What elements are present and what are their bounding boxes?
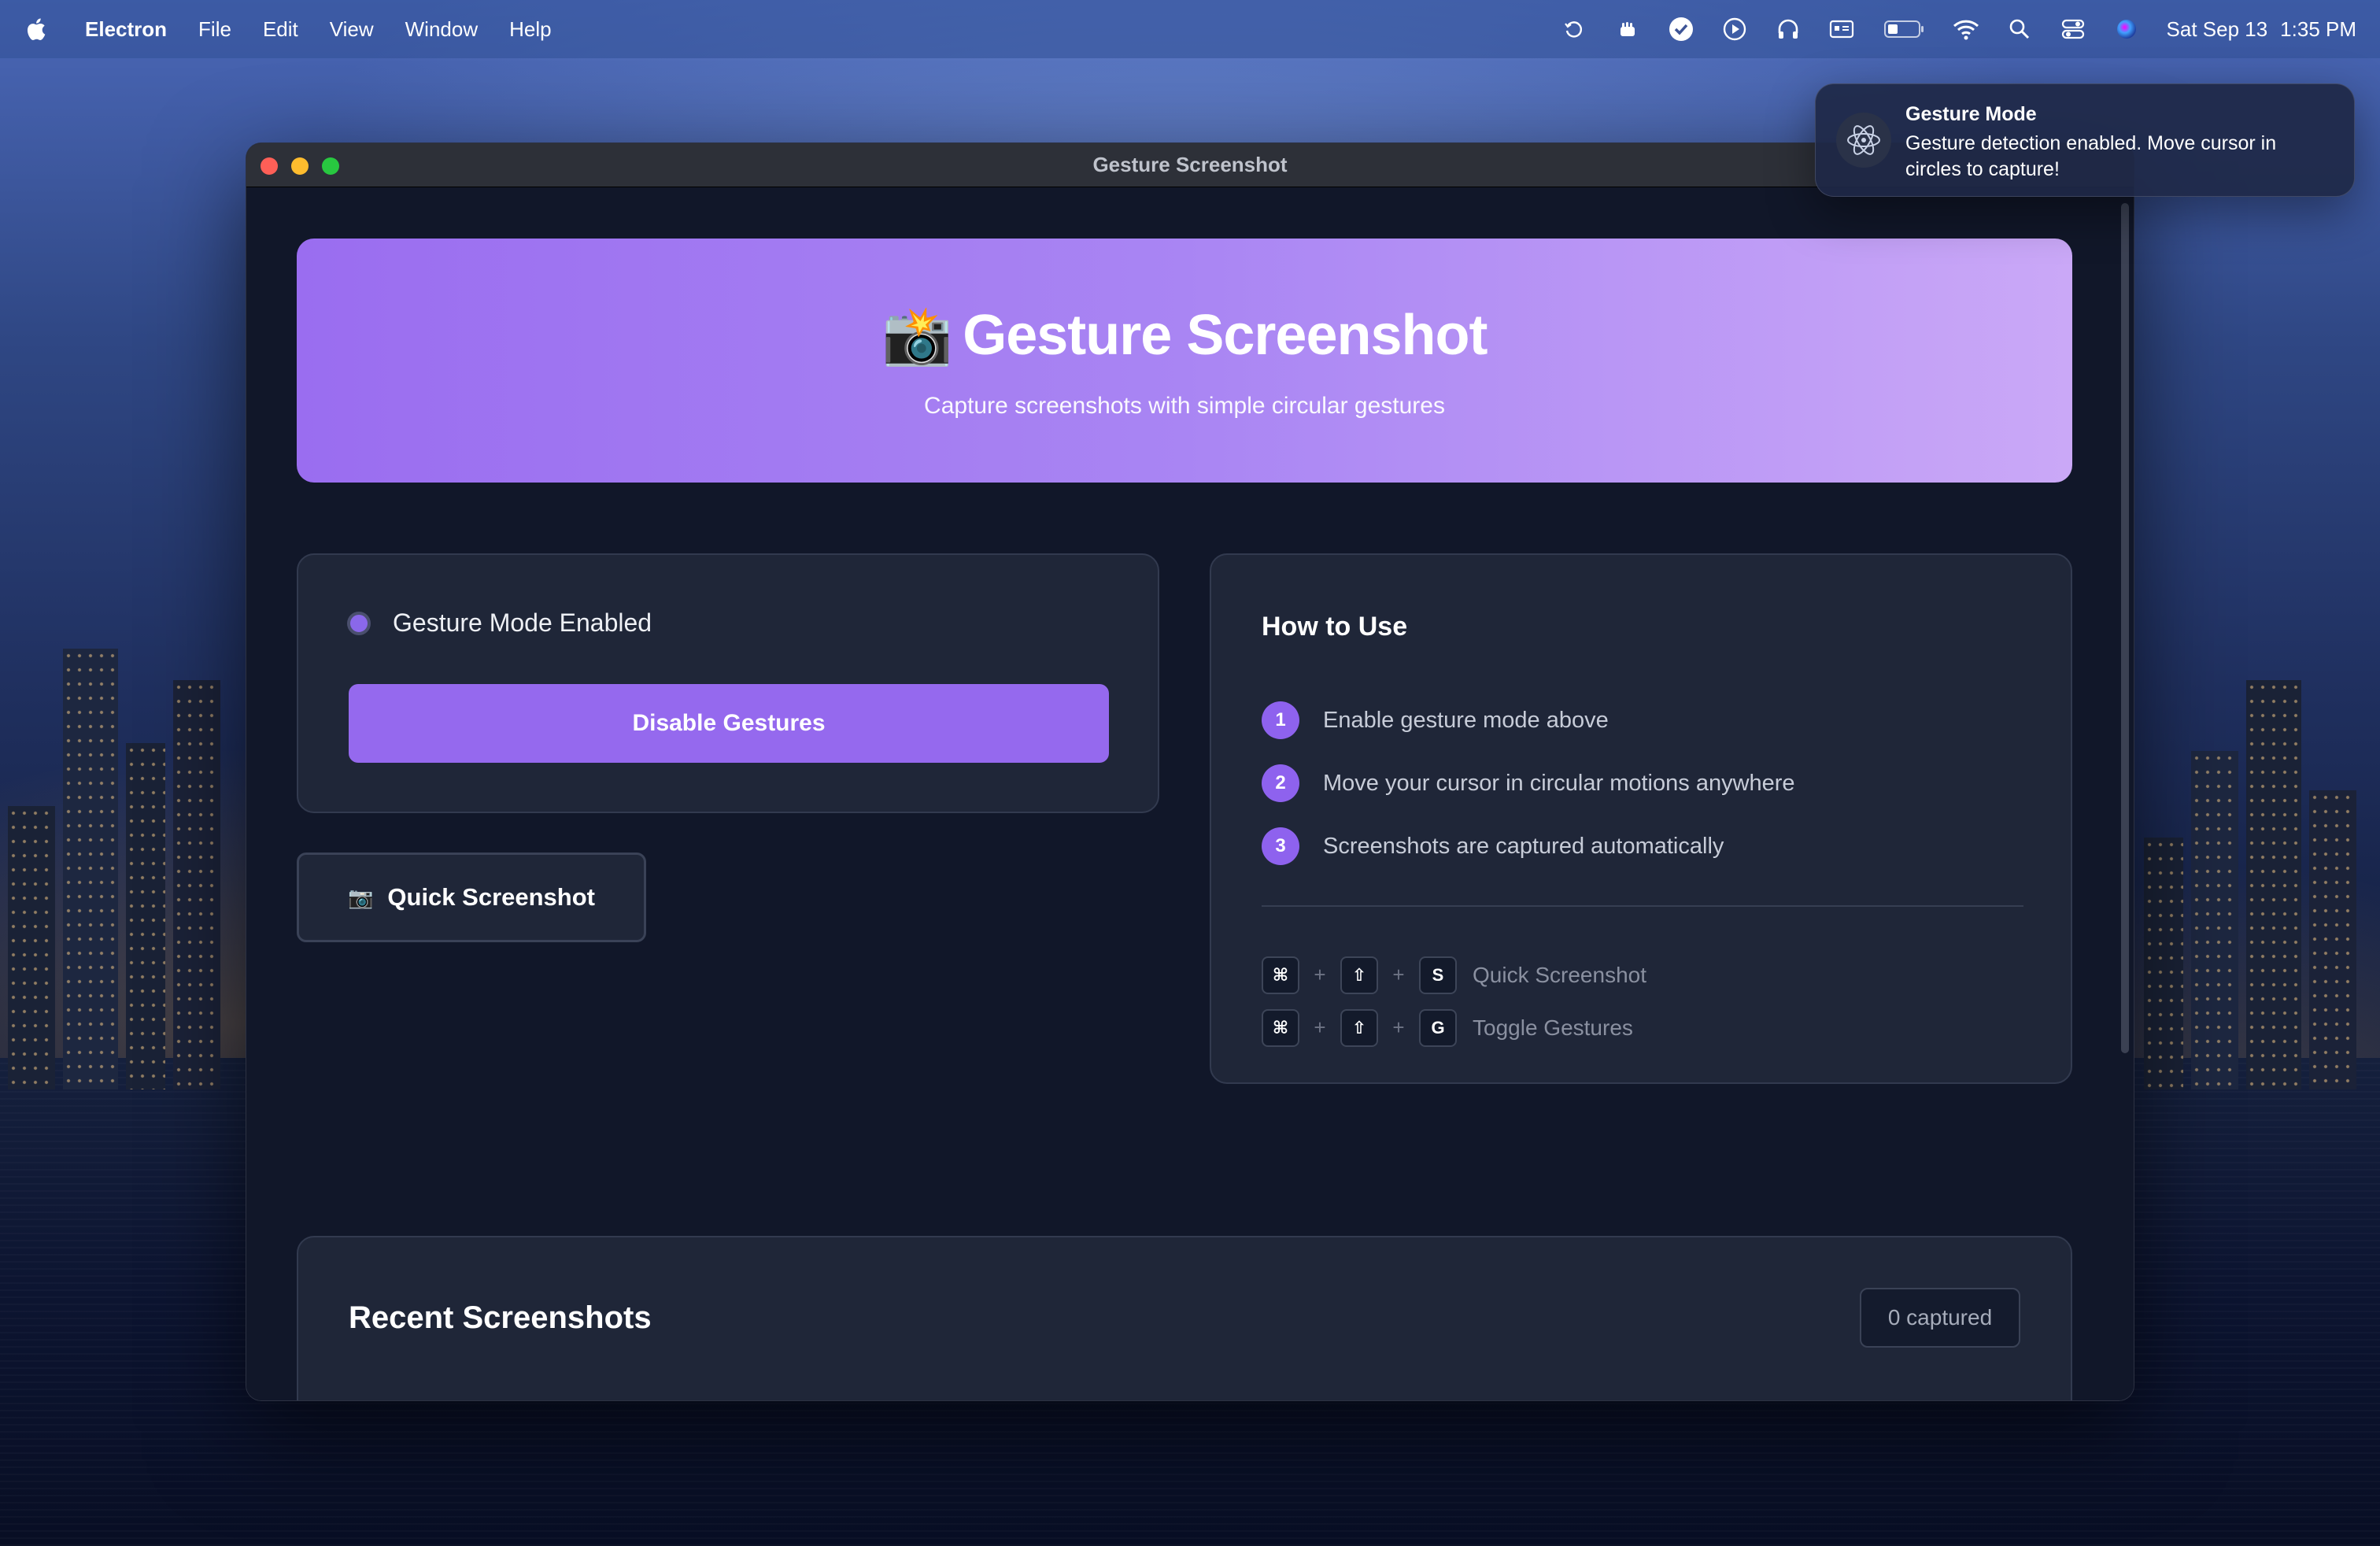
app-content[interactable]: 📸 Gesture Screenshot Capture screenshots… [246,187,2134,1400]
battery-icon[interactable] [1882,16,1926,43]
recent-screenshots-title: Recent Screenshots [349,1300,652,1335]
menu-edit[interactable]: Edit [263,17,298,42]
electron-app-icon [1836,113,1891,168]
play-circle-icon[interactable] [1721,16,1748,43]
menu-file[interactable]: File [198,17,231,42]
step-text: Move your cursor in circular motions any… [1323,770,1795,796]
menu-view[interactable]: View [330,17,374,42]
menu-bar-clock[interactable]: Sat Sep 13 1:35 PM [2167,17,2356,42]
hand-tool-icon[interactable] [1614,16,1641,43]
camera-icon: 📷 [348,885,374,909]
clock-time: 1:35 PM [2280,17,2356,41]
disable-gestures-button[interactable]: Disable Gestures [349,684,1109,763]
minimize-window-button[interactable] [291,157,309,175]
apple-logo-icon[interactable] [24,16,47,43]
scrollbar-thumb[interactable] [2121,203,2129,1053]
siri-icon[interactable] [2113,16,2140,43]
how-to-steps: 1 Enable gesture mode above 2 Move your … [1262,689,1795,878]
shift-key-icon: ⇧ [1340,956,1378,994]
check-circle-icon[interactable] [1668,16,1694,43]
keyboard-icon[interactable] [1828,16,1855,43]
menu-help[interactable]: Help [509,17,551,42]
wifi-icon[interactable] [1953,16,1979,43]
keyboard-shortcuts: ⌘ + ⇧ + S Quick Screenshot ⌘ + ⇧ + G Tog… [1262,949,1646,1054]
step-text: Screenshots are captured automatically [1323,833,1724,859]
shortcut-label: Toggle Gestures [1473,1015,1633,1040]
shortcut-quick-screenshot: ⌘ + ⇧ + S Quick Screenshot [1262,949,1646,1001]
notification-title: Gesture Mode [1905,103,2037,125]
status-indicator-dot [347,611,371,635]
gesture-status-label: Gesture Mode Enabled [393,608,652,637]
gesture-status-row: Gesture Mode Enabled [347,608,652,638]
zoom-window-button[interactable] [322,157,339,175]
gesture-mode-notification[interactable]: Gesture Mode Gesture detection enabled. … [1815,83,2355,197]
command-key-icon: ⌘ [1262,1008,1299,1047]
window-title: Gesture Screenshot [1092,153,1288,176]
plus-sign: + [1314,1015,1326,1039]
spotlight-search-icon[interactable] [2006,16,2033,43]
menu-window[interactable]: Window [405,17,478,42]
notification-body: Gesture detection enabled. Move cursor i… [1905,132,2277,180]
letter-key: G [1419,1008,1457,1047]
shift-key-icon: ⇧ [1340,1008,1378,1047]
step-number: 2 [1262,764,1299,802]
headphones-icon[interactable] [1775,16,1802,43]
step-number: 1 [1262,701,1299,739]
hero-title-text: Gesture Screenshot [963,304,1488,367]
content-scrollbar[interactable] [2121,187,2131,1061]
step-text: Enable gesture mode above [1323,707,1609,733]
plus-sign: + [1392,963,1405,986]
close-window-button[interactable] [261,157,278,175]
how-to-use-title: How to Use [1262,612,1408,642]
plus-sign: + [1314,963,1326,986]
captured-count-badge: 0 captured [1860,1288,2020,1348]
shortcut-label: Quick Screenshot [1473,962,1646,987]
hero-subtitle: Capture screenshots with simple circular… [924,392,1445,419]
app-window: Gesture Screenshot 📸 Gesture Screenshot … [246,142,2134,1401]
hero-title: 📸 Gesture Screenshot [882,302,1488,369]
hero-banner: 📸 Gesture Screenshot Capture screenshots… [297,239,2072,483]
time-machine-icon[interactable] [1561,16,1587,43]
clock-date: Sat Sep 13 [2166,17,2268,41]
letter-key: S [1419,956,1457,994]
plus-sign: + [1392,1015,1405,1039]
camera-flash-icon: 📸 [881,304,953,368]
shortcut-toggle-gestures: ⌘ + ⇧ + G Toggle Gestures [1262,1001,1646,1054]
control-center-icon[interactable] [2060,16,2086,43]
step-item: 2 Move your cursor in circular motions a… [1262,752,1795,815]
command-key-icon: ⌘ [1262,956,1299,994]
menu-bar: Electron File Edit View Window Help Sat … [0,0,2380,58]
step-number: 3 [1262,827,1299,865]
gesture-status-card: Gesture Mode Enabled Disable Gestures [297,553,1159,813]
step-item: 3 Screenshots are captured automatically [1262,815,1795,878]
wallpaper-city-left [0,538,252,1089]
wallpaper-city-right [2128,538,2380,1089]
quick-screenshot-button[interactable]: 📷 Quick Screenshot [297,853,646,942]
menu-app-name[interactable]: Electron [85,17,167,42]
window-controls [261,157,339,175]
step-item: 1 Enable gesture mode above [1262,689,1795,752]
menu-bar-status-area: Sat Sep 13 1:35 PM [1561,16,2356,43]
section-divider [1262,905,2023,907]
how-to-use-card: How to Use 1 Enable gesture mode above 2… [1210,553,2072,1084]
recent-screenshots-card: Recent Screenshots 0 captured [297,1236,2072,1400]
quick-screenshot-label: Quick Screenshot [387,883,595,911]
